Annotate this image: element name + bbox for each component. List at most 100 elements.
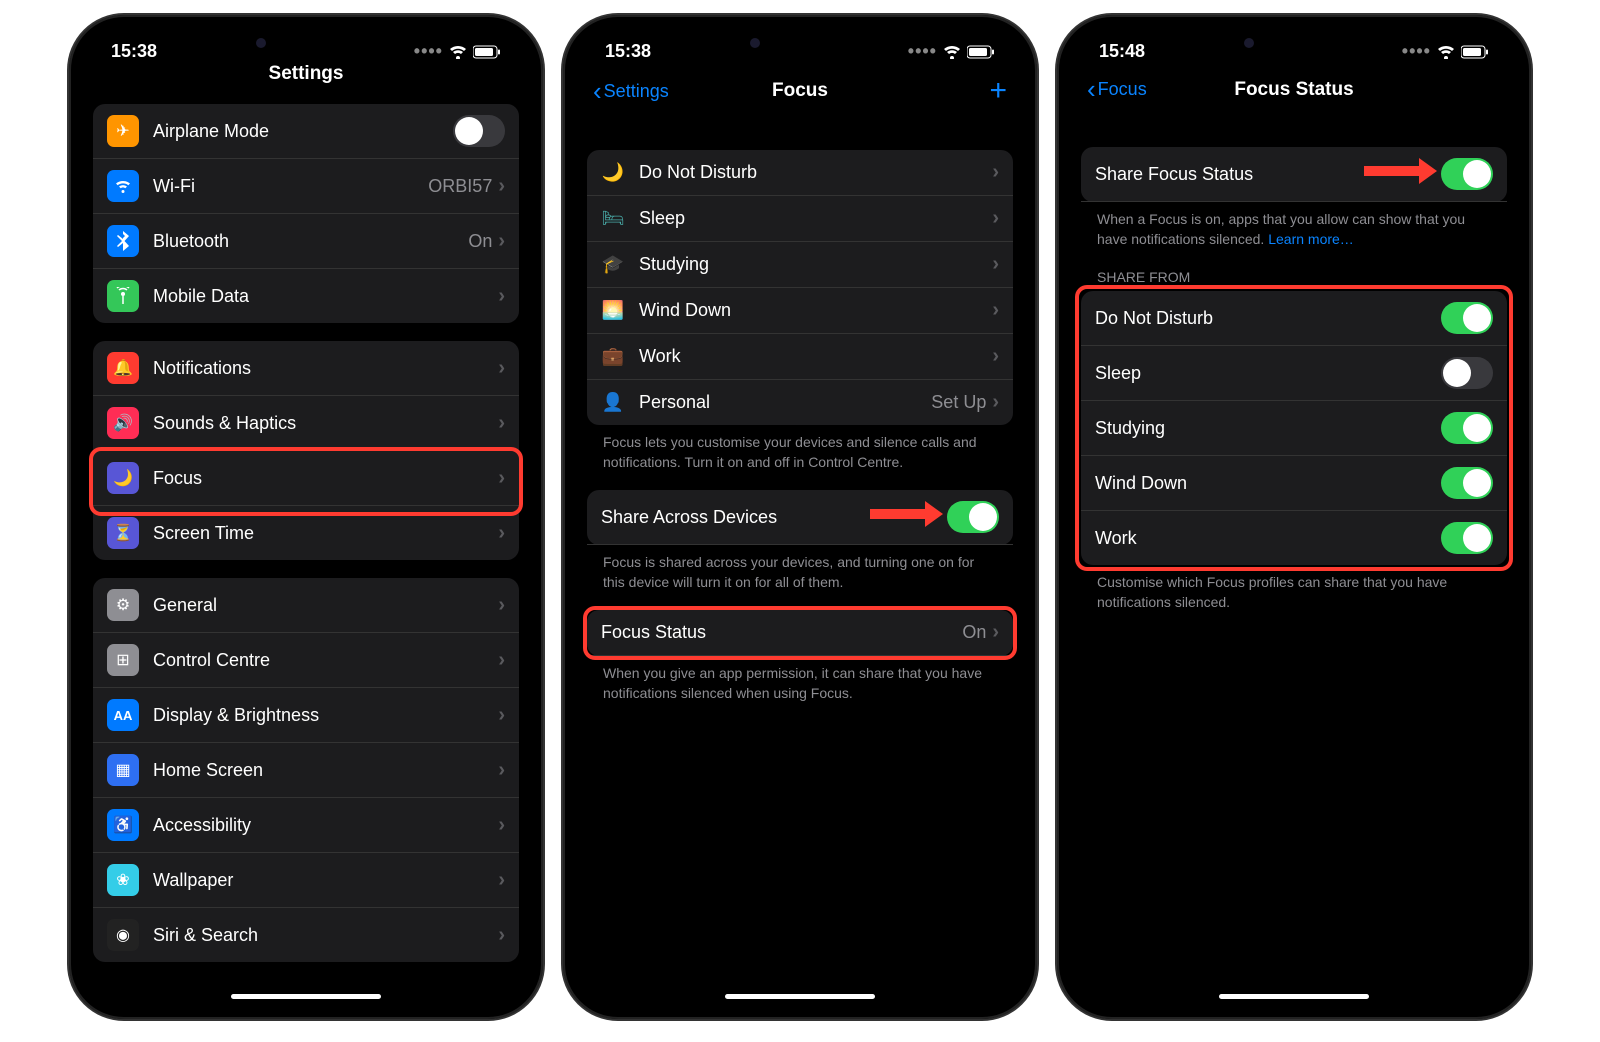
footer-text: Focus is shared across your devices, and…: [587, 545, 1013, 592]
row-label: Display & Brightness: [153, 705, 498, 726]
focus-mode-icon: 🎓: [601, 254, 625, 275]
settings-row[interactable]: 🔔Notifications›: [93, 341, 519, 396]
row-label: Control Centre: [153, 650, 498, 671]
share-focus-status-row[interactable]: Share Focus Status: [1081, 147, 1507, 202]
settings-row[interactable]: Work: [1081, 511, 1507, 565]
home-indicator[interactable]: [725, 994, 875, 999]
phone-settings: 15:38 •••• Settings ✈︎Airplane ModeWi-Fi…: [69, 15, 543, 1019]
row-label: Personal: [639, 392, 931, 413]
share-focus-toggle[interactable]: [1441, 158, 1493, 190]
settings-row[interactable]: Sleep: [1081, 346, 1507, 401]
row-label: Wallpaper: [153, 870, 498, 891]
nav-bar: Settings: [81, 62, 531, 86]
row-label: Home Screen: [153, 760, 498, 781]
chevron-right-icon: ›: [498, 704, 505, 727]
toggle[interactable]: [1441, 412, 1493, 444]
home-indicator[interactable]: [1219, 994, 1369, 999]
row-label: Bluetooth: [153, 231, 468, 252]
chevron-right-icon: ›: [992, 621, 999, 644]
battery-icon: [1461, 45, 1489, 59]
settings-row[interactable]: BluetoothOn›: [93, 214, 519, 269]
toggle[interactable]: [1441, 302, 1493, 334]
row-detail: ORBI57: [428, 176, 492, 197]
add-button[interactable]: +: [989, 74, 1007, 108]
wifi-icon: [1437, 45, 1455, 59]
screen-time-icon: ⏳: [107, 517, 139, 549]
row-label: Screen Time: [153, 523, 498, 544]
settings-row[interactable]: Wind Down: [1081, 456, 1507, 511]
footer-text: When a Focus is on, apps that you allow …: [1081, 202, 1507, 249]
settings-row[interactable]: 🛏Sleep›: [587, 196, 1013, 242]
toggle[interactable]: [453, 115, 505, 147]
back-button[interactable]: ‹Focus: [1087, 74, 1147, 105]
settings-row[interactable]: AADisplay & Brightness›: [93, 688, 519, 743]
time: 15:48: [1099, 41, 1145, 62]
learn-more-link[interactable]: Learn more…: [1268, 231, 1354, 247]
page-title: Focus Status: [1234, 79, 1353, 101]
settings-row[interactable]: Mobile Data›: [93, 269, 519, 323]
phone-focus: 15:38 •••• ‹Settings Focus + 🌙Do Not Dis…: [563, 15, 1037, 1019]
footer-text: Customise which Focus profiles can share…: [1081, 565, 1507, 612]
row-label: General: [153, 595, 498, 616]
time: 15:38: [111, 41, 157, 62]
chevron-right-icon: ›: [992, 161, 999, 184]
toggle[interactable]: [1441, 467, 1493, 499]
wifi-icon: [943, 45, 961, 59]
settings-row[interactable]: ⊞Control Centre›: [93, 633, 519, 688]
siri-search-icon: ◉: [107, 919, 139, 951]
settings-row[interactable]: 👤PersonalSet Up›: [587, 380, 1013, 425]
row-label: Siri & Search: [153, 925, 498, 946]
settings-row[interactable]: Wi-FiORBI57›: [93, 159, 519, 214]
wallpaper-icon: ❀: [107, 864, 139, 896]
row-label: Sleep: [639, 208, 992, 229]
mobile-data-icon: [107, 280, 139, 312]
row-label: Do Not Disturb: [1095, 308, 1441, 329]
chevron-right-icon: ›: [498, 357, 505, 380]
settings-row[interactable]: 🌅Wind Down›: [587, 288, 1013, 334]
chevron-right-icon: ›: [992, 299, 999, 322]
wi-fi-icon: [107, 170, 139, 202]
chevron-right-icon: ›: [498, 522, 505, 545]
chevron-right-icon: ›: [498, 594, 505, 617]
control-centre-icon: ⊞: [107, 644, 139, 676]
settings-row[interactable]: ⏳ Screen Time›: [93, 506, 519, 560]
settings-row[interactable]: 🌙Do Not Disturb›: [587, 150, 1013, 196]
settings-row[interactable]: Do Not Disturb: [1081, 291, 1507, 346]
settings-row[interactable]: ❀Wallpaper›: [93, 853, 519, 908]
chevron-right-icon: ›: [992, 345, 999, 368]
row-label: Wind Down: [639, 300, 992, 321]
settings-row[interactable]: ♿Accessibility›: [93, 798, 519, 853]
wifi-icon: [449, 45, 467, 59]
time: 15:38: [605, 41, 651, 62]
share-across-devices-row[interactable]: Share Across Devices: [587, 490, 1013, 545]
home-indicator[interactable]: [231, 994, 381, 999]
chevron-right-icon: ›: [498, 924, 505, 947]
chevron-right-icon: ›: [498, 230, 505, 253]
row-label: Mobile Data: [153, 286, 498, 307]
back-button[interactable]: ‹Settings: [593, 76, 669, 107]
settings-row[interactable]: ◉ Siri & Search›: [93, 908, 519, 962]
battery-icon: [473, 45, 501, 59]
row-label: Wi-Fi: [153, 176, 428, 197]
settings-row[interactable]: ✈︎Airplane Mode: [93, 104, 519, 159]
toggle[interactable]: [1441, 357, 1493, 389]
chevron-right-icon: ›: [498, 467, 505, 490]
toggle[interactable]: [1441, 522, 1493, 554]
page-title: Focus: [772, 80, 828, 102]
footer-text: Focus lets you customise your devices an…: [587, 425, 1013, 472]
settings-row[interactable]: 🎓Studying›: [587, 242, 1013, 288]
chevron-right-icon: ›: [498, 412, 505, 435]
settings-row[interactable]: 🌙Focus›: [93, 451, 519, 506]
row-label: Studying: [639, 254, 992, 275]
chevron-right-icon: ›: [498, 814, 505, 837]
general-icon: ⚙: [107, 589, 139, 621]
row-label: Wind Down: [1095, 473, 1441, 494]
settings-row[interactable]: ⚙ General›: [93, 578, 519, 633]
settings-row[interactable]: 🔊Sounds & Haptics›: [93, 396, 519, 451]
settings-row[interactable]: 💼Work›: [587, 334, 1013, 380]
share-devices-toggle[interactable]: [947, 501, 999, 533]
settings-row[interactable]: ▦Home Screen›: [93, 743, 519, 798]
focus-status-row[interactable]: Focus Status On ›: [587, 610, 1013, 656]
settings-row[interactable]: Studying: [1081, 401, 1507, 456]
row-label: Focus: [153, 468, 498, 489]
